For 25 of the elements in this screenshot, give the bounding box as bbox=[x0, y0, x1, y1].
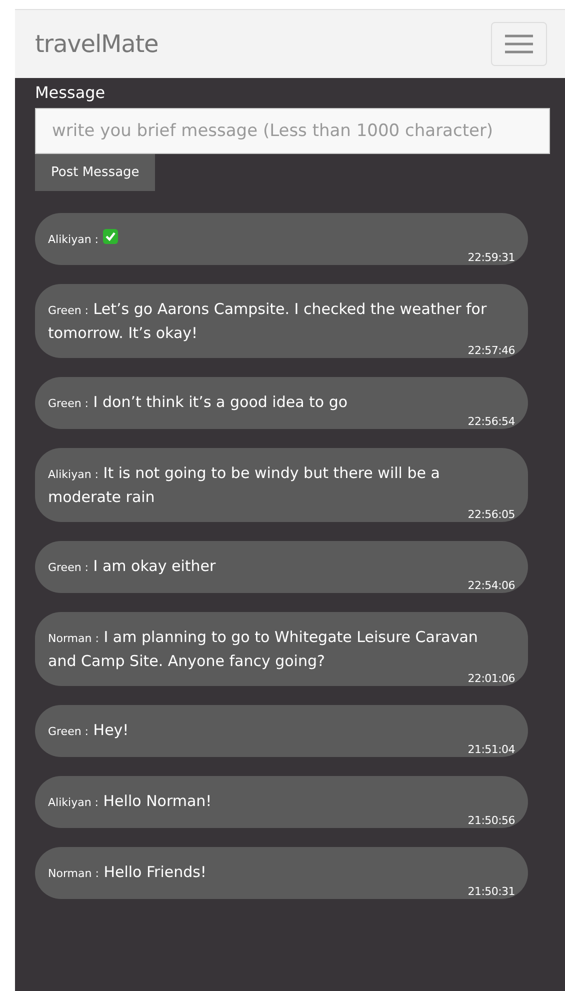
message-time: 22:01:06 bbox=[468, 672, 515, 686]
message-line: Green : Hey! bbox=[48, 720, 130, 741]
message-line: Norman : Hello Friends! bbox=[48, 862, 208, 883]
message-time: 21:50:31 bbox=[468, 885, 515, 899]
message-line: Alikiyan : It is not going to be windy but there will be a moderate rain bbox=[48, 463, 441, 508]
menu-button[interactable] bbox=[491, 22, 547, 66]
message-input[interactable]: write you brief message (Less than 1000 character) bbox=[35, 108, 550, 154]
message-line: Green : I don’t think it’s a good idea to go bbox=[48, 392, 349, 413]
message-line: Alikiyan : Hello Norman! bbox=[48, 791, 213, 812]
post-message-button[interactable]: Post Message bbox=[35, 154, 156, 191]
sender-name: Alikiyan : bbox=[48, 233, 98, 246]
message-line: Green : I am okay either bbox=[48, 556, 217, 577]
message-time: 21:51:04 bbox=[468, 743, 515, 757]
message-time: 22:56:54 bbox=[468, 415, 515, 429]
brand-title[interactable]: travelMate bbox=[35, 26, 158, 62]
message-time: 22:57:46 bbox=[468, 344, 515, 358]
message-line: Green : Let’s go Aarons Campsite. I checked the weather for tomorrow. It’s okay! bbox=[48, 299, 488, 344]
message-time: 22:56:05 bbox=[468, 508, 515, 522]
message-time: 22:54:06 bbox=[468, 579, 515, 593]
message-time: 21:50:56 bbox=[468, 814, 515, 828]
message-line: Norman : I am planning to go to Whitegate Leisure Caravan and Camp Site. Anyone fancy going? bbox=[48, 627, 479, 672]
message-label: Message bbox=[35, 82, 106, 104]
message-time: 22:59:31 bbox=[468, 251, 515, 265]
check-mark-icon bbox=[103, 229, 118, 244]
menu-icon bbox=[504, 34, 534, 54]
